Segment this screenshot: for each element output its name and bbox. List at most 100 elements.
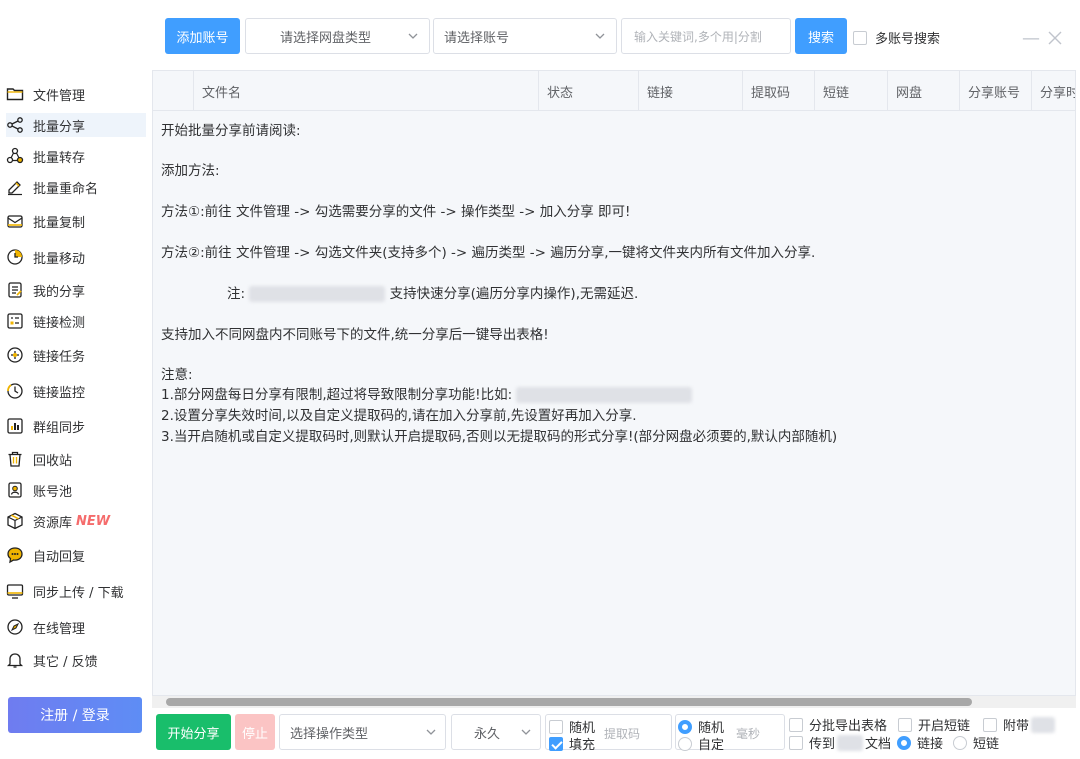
sidebar-item-online-manage[interactable]: 在线管理 [6,615,146,639]
extract-code-input[interactable]: 提取码 [604,725,640,742]
sidebar-item-label: 其它 / 反馈 [33,654,98,670]
multi-account-search-checkbox[interactable]: 多账号搜索 [853,28,940,47]
group-sync-icon [7,418,23,434]
column-header-short-link[interactable]: 短链 [814,71,887,111]
minimize-icon[interactable]: — [1022,28,1040,49]
sidebar-item-label: 链接检测 [33,315,86,331]
attach-label: 附带 [1003,719,1030,734]
my-share-icon [8,282,22,298]
checkbox-box[interactable] [853,30,867,45]
delay-ms-input[interactable]: 毫秒 [736,725,760,742]
sidebar-item-link-monitor[interactable]: 链接监控 [6,379,146,403]
close-icon[interactable] [1047,30,1063,46]
sidebar-item-label: 在线管理 [33,621,86,637]
disk-type-select-placeholder: 请选择网盘类型 [280,30,372,46]
copy-icon [7,215,23,228]
start-share-button[interactable]: 开始分享 [156,714,231,750]
sidebar-item-recycle-bin[interactable]: 回收站 [6,447,146,471]
multi-account-search-label: 多账号搜索 [875,32,941,47]
radio-dot[interactable] [953,735,967,750]
checkbox-box[interactable] [549,719,563,734]
sidebar-item-link-task[interactable]: 链接任务 [6,343,146,367]
sidebar-item-resource-library[interactable]: 资源库 NEW [6,509,146,533]
column-header-share-account[interactable]: 分享账号 [959,71,1031,111]
column-header-disk[interactable]: 网盘 [887,71,959,111]
checkbox-box[interactable] [549,736,563,751]
note-suffix: 支持快速分享(遍历分享内操作),无需延迟. [389,286,639,302]
fill-code-checkbox[interactable]: 填充 [549,734,595,753]
column-header-filename[interactable]: 文件名 [193,71,538,111]
send-to-label: 传到 [809,737,836,752]
sidebar-item-batch-move[interactable]: 批量移动 [6,245,146,269]
table-header: 文件名 状态 链接 提取码 短链 网盘 分享账号 分享时 [153,71,1075,111]
column-header-status[interactable]: 状态 [538,71,638,111]
sidebar-item-label: 回收站 [33,453,73,469]
sidebar-item-batch-share[interactable]: 批量分享 [6,113,146,137]
short-link-radio[interactable]: 短链 [953,733,999,752]
trash-icon [8,451,22,467]
radio-dot[interactable] [897,735,911,750]
link-radio[interactable]: 链接 [897,733,943,752]
fill-code-label: 填充 [569,738,596,753]
sidebar-item-file-manage[interactable]: 文件管理 [6,82,146,106]
move-icon [7,249,23,265]
add-account-button[interactable]: 添加账号 [165,18,240,54]
radio-dot[interactable] [678,736,692,751]
column-header-share-time[interactable]: 分享时 [1031,71,1075,111]
sidebar-item-link-check[interactable]: 链接检测 [6,309,146,333]
sidebar-item-other-feedback[interactable]: 其它 / 反馈 [6,648,146,672]
send-to-doc-checkbox[interactable]: 传到 文档 [789,733,891,752]
transfer-icon [6,147,24,164]
attach-checkbox[interactable]: 附带 [983,715,1056,734]
radio-dot[interactable] [678,719,692,734]
sidebar-item-label: 账号池 [33,484,73,500]
checkbox-box[interactable] [789,735,803,750]
link-task-icon [7,347,23,363]
batch-export-label: 分批导出表格 [809,719,888,734]
sidebar-item-label: 批量移动 [33,251,86,267]
instructions-line-2: 2.设置分享失效时间,以及自定义提取码的,请在加入分享前,先设置好再加入分享. [161,408,637,424]
disk-type-select[interactable]: 请选择网盘类型 [245,18,430,54]
instructions-attention: 注意: [161,367,193,383]
checkbox-box[interactable] [983,717,997,732]
expire-value: 永久 [474,726,501,742]
checkbox-box[interactable] [789,717,803,732]
custom-delay-radio[interactable]: 自定 [678,734,724,753]
bell-icon [6,653,24,668]
sidebar-item-auto-reply[interactable]: 自动回复 [6,543,146,567]
scrollbar-thumb[interactable] [166,698,972,706]
stop-button[interactable]: 停止 [235,714,275,750]
link-label: 链接 [917,737,944,752]
sidebar-item-group-sync[interactable]: 群组同步 [6,414,146,438]
expire-select[interactable]: 永久 [451,714,541,750]
sidebar-item-batch-transfer[interactable]: 批量转存 [6,144,146,168]
sidebar-item-label: 链接监控 [33,385,86,401]
sidebar-item-batch-rename[interactable]: 批量重命名 [6,175,146,199]
doc-label: 文档 [865,737,892,752]
note-prefix: 注: [227,286,246,302]
sidebar-item-batch-copy[interactable]: 批量复制 [6,209,146,233]
auto-reply-icon [7,547,23,564]
sidebar-item-label: 链接任务 [33,349,86,365]
sidebar-item-label: 批量转存 [33,150,86,166]
checkbox-box[interactable] [898,717,912,732]
column-header-link[interactable]: 链接 [638,71,742,111]
folder-icon [6,88,24,101]
sidebar-item-label: 自动回复 [33,549,86,565]
keyword-search-input[interactable]: 输入关键词,多个用|分割 [621,18,791,54]
column-header-extract-code[interactable]: 提取码 [742,71,814,111]
instructions-line-3: 3.当开启随机或自定义提取码时,则默认开启提取码,否则以无提取码的形式分享!(部… [161,429,838,445]
link-monitor-icon [7,383,23,399]
redacted-text [249,286,386,302]
sidebar-item-account-pool[interactable]: 账号池 [6,478,146,502]
search-button[interactable]: 搜索 [795,18,847,54]
sidebar-item-label: 资源库 [33,515,73,531]
operation-type-select[interactable]: 选择操作类型 [279,714,446,750]
sidebar-item-label: 同步上传 / 下载 [33,585,124,601]
horizontal-scrollbar[interactable] [152,696,1076,708]
batch-export-checkbox[interactable]: 分批导出表格 [789,715,887,734]
account-select[interactable]: 请选择账号 [433,18,617,54]
sidebar-item-sync-upload-download[interactable]: 同步上传 / 下载 [6,579,146,603]
open-short-link-checkbox[interactable]: 开启短链 [898,715,970,734]
sidebar-item-my-share[interactable]: 我的分享 [6,278,146,302]
